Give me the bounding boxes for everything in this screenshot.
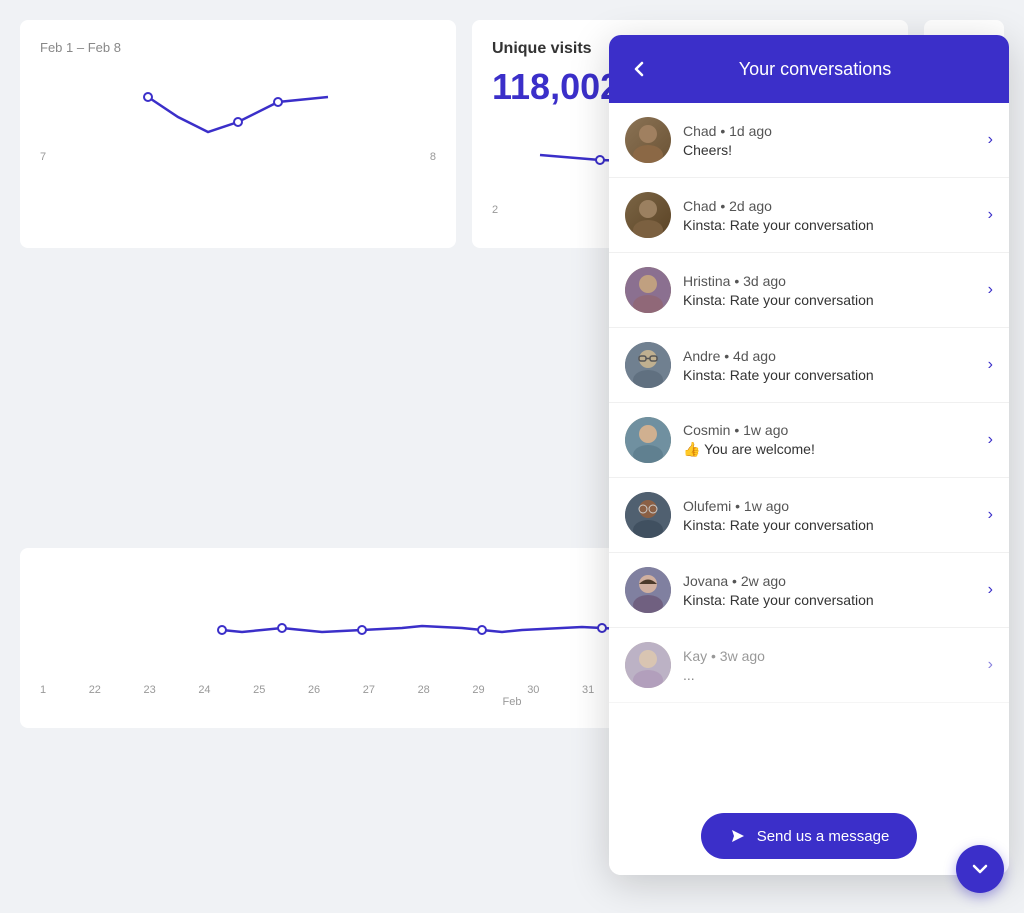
date-range-card: Feb 1 – Feb 8 7 8	[20, 20, 456, 248]
conversation-info: Cosmin • 1w ago 👍 You are welcome!	[683, 422, 980, 458]
conversation-item[interactable]: Chad • 2d ago Kinsta: Rate your conversa…	[609, 178, 1009, 253]
conversation-name-time: Andre • 4d ago	[683, 348, 980, 364]
conversation-list[interactable]: Chad • 1d ago Cheers! › Chad • 2d ago Ki…	[609, 103, 1009, 797]
conversation-info: Jovana • 2w ago Kinsta: Rate your conver…	[683, 573, 980, 608]
chevron-right-icon: ›	[988, 206, 993, 224]
chevron-right-icon: ›	[988, 581, 993, 599]
conversation-message: Kinsta: Rate your conversation	[683, 592, 980, 608]
send-icon	[729, 827, 747, 845]
chart-labels-1: 7 8	[40, 151, 436, 163]
panel-title: Your conversations	[665, 59, 993, 80]
conversation-message: Kinsta: Rate your conversation	[683, 517, 980, 533]
back-button[interactable]	[625, 55, 653, 83]
conversation-item[interactable]: Olufemi • 1w ago Kinsta: Rate your conve…	[609, 478, 1009, 553]
conversation-item[interactable]: Chad • 1d ago Cheers! ›	[609, 103, 1009, 178]
conversation-item[interactable]: Jovana • 2w ago Kinsta: Rate your conver…	[609, 553, 1009, 628]
conversation-info: Hristina • 3d ago Kinsta: Rate your conv…	[683, 273, 980, 308]
conversation-item[interactable]: Andre • 4d ago Kinsta: Rate your convers…	[609, 328, 1009, 403]
chevron-right-icon: ›	[988, 656, 993, 674]
scroll-down-button[interactable]	[956, 845, 1004, 893]
conversation-info: Kay • 3w ago ...	[683, 648, 980, 683]
conversation-message: 👍 You are welcome!	[683, 441, 980, 458]
avatar	[625, 642, 671, 688]
avatar	[625, 492, 671, 538]
avatar	[625, 417, 671, 463]
avatar	[625, 192, 671, 238]
conversation-message: Cheers!	[683, 142, 980, 158]
conversation-item[interactable]: Kay • 3w ago ... ›	[609, 628, 1009, 703]
card-date: Feb 1 – Feb 8	[40, 40, 436, 55]
conversation-info: Andre • 4d ago Kinsta: Rate your convers…	[683, 348, 980, 383]
conversation-name-time: Hristina • 3d ago	[683, 273, 980, 289]
conversation-name-time: Kay • 3w ago	[683, 648, 980, 664]
chevron-right-icon: ›	[988, 506, 993, 524]
conversation-message: ...	[683, 667, 980, 683]
conversation-name-time: Chad • 1d ago	[683, 123, 980, 139]
avatar	[625, 342, 671, 388]
avatar	[625, 267, 671, 313]
conversation-footer: Send us a message	[609, 797, 1009, 875]
conversation-info: Chad • 2d ago Kinsta: Rate your conversa…	[683, 198, 980, 233]
chevron-right-icon: ›	[988, 131, 993, 149]
conversation-info: Chad • 1d ago Cheers!	[683, 123, 980, 158]
conversation-info: Olufemi • 1w ago Kinsta: Rate your conve…	[683, 498, 980, 533]
conversation-message: Kinsta: Rate your conversation	[683, 217, 980, 233]
conversation-item[interactable]: Hristina • 3d ago Kinsta: Rate your conv…	[609, 253, 1009, 328]
chevron-right-icon: ›	[988, 281, 993, 299]
send-button-label: Send us a message	[757, 828, 890, 845]
conversation-name-time: Chad • 2d ago	[683, 198, 980, 214]
small-chart-1	[40, 67, 436, 147]
avatar	[625, 117, 671, 163]
conversation-panel: Your conversations Chad • 1d ago Cheers!…	[609, 35, 1009, 875]
conversation-name-time: Olufemi • 1w ago	[683, 498, 980, 514]
conversation-header: Your conversations	[609, 35, 1009, 103]
chevron-right-icon: ›	[988, 431, 993, 449]
send-message-button[interactable]: Send us a message	[701, 813, 918, 859]
avatar	[625, 567, 671, 613]
chevron-right-icon: ›	[988, 356, 993, 374]
conversation-item[interactable]: Cosmin • 1w ago 👍 You are welcome! ›	[609, 403, 1009, 478]
conversation-message: Kinsta: Rate your conversation	[683, 292, 980, 308]
conversation-message: Kinsta: Rate your conversation	[683, 367, 980, 383]
conversation-name-time: Jovana • 2w ago	[683, 573, 980, 589]
conversation-name-time: Cosmin • 1w ago	[683, 422, 980, 438]
